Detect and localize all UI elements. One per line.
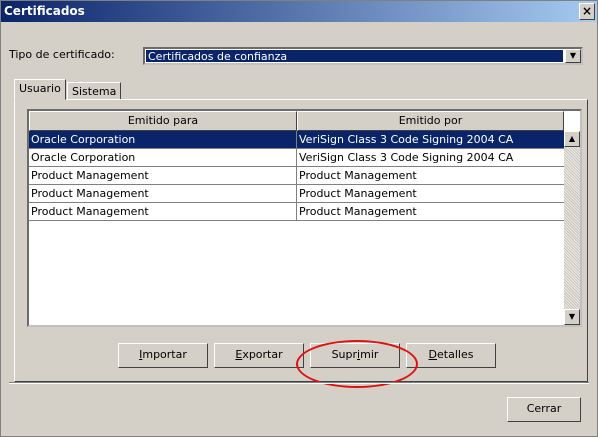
delete-label-pre: Supr bbox=[331, 348, 358, 361]
table-row[interactable]: Oracle Corporation VeriSign Class 3 Code … bbox=[29, 131, 564, 149]
table-row[interactable]: Product Management Product Management bbox=[29, 185, 564, 203]
column-header-issued-to[interactable]: Emitido para bbox=[29, 111, 297, 131]
details-mnemonic: D bbox=[428, 348, 438, 361]
certificates-table[interactable]: Emitido para Emitido por Oracle Corporat… bbox=[27, 109, 582, 327]
cell-issued-by: Product Management bbox=[297, 203, 564, 221]
cell-issued-by: Product Management bbox=[297, 185, 564, 203]
separator bbox=[9, 382, 589, 384]
cell-issued-to: Product Management bbox=[29, 203, 297, 221]
import-button[interactable]: Importar bbox=[118, 343, 208, 368]
cell-issued-to: Oracle Corporation bbox=[29, 149, 297, 167]
details-label: etalles bbox=[437, 348, 474, 361]
delete-button[interactable]: Suprimir bbox=[310, 343, 400, 368]
import-label: mportar bbox=[142, 348, 187, 361]
cell-issued-by: VeriSign Class 3 Code Signing 2004 CA bbox=[297, 131, 564, 149]
title-bar[interactable]: Certificados × bbox=[1, 1, 597, 22]
table-row[interactable]: Oracle Corporation VeriSign Class 3 Code … bbox=[29, 149, 564, 167]
cert-type-label: Tipo de certificado: bbox=[9, 48, 115, 61]
tab-usuario[interactable]: Usuario bbox=[14, 79, 66, 100]
export-button[interactable]: Exportar bbox=[214, 343, 304, 368]
close-icon[interactable]: × bbox=[579, 3, 595, 20]
delete-label: mir bbox=[360, 348, 379, 361]
details-button[interactable]: Detalles bbox=[406, 343, 496, 368]
cert-type-select[interactable]: Certificados de confianza ▼ bbox=[143, 47, 583, 65]
export-label: xportar bbox=[242, 348, 283, 361]
table-row[interactable]: Product Management Product Management bbox=[29, 203, 564, 221]
close-button[interactable]: Cerrar bbox=[507, 397, 581, 422]
table-row[interactable]: Product Management Product Management bbox=[29, 167, 564, 185]
cert-type-value: Certificados de confianza bbox=[146, 50, 563, 63]
cell-issued-by: Product Management bbox=[297, 167, 564, 185]
scroll-down-icon[interactable]: ▼ bbox=[564, 309, 580, 325]
dialog-title: Certificados bbox=[4, 4, 85, 18]
cell-issued-to: Product Management bbox=[29, 185, 297, 203]
chevron-down-icon[interactable]: ▼ bbox=[565, 49, 581, 63]
cell-issued-by: VeriSign Class 3 Code Signing 2004 CA bbox=[297, 149, 564, 167]
vertical-scrollbar[interactable]: ▲ ▼ bbox=[564, 131, 580, 325]
cell-issued-to: Product Management bbox=[29, 167, 297, 185]
tab-sistema[interactable]: Sistema bbox=[67, 82, 122, 100]
scroll-up-icon[interactable]: ▲ bbox=[564, 131, 580, 147]
cell-issued-to: Oracle Corporation bbox=[29, 131, 297, 149]
column-header-issued-by[interactable]: Emitido por bbox=[297, 111, 564, 131]
